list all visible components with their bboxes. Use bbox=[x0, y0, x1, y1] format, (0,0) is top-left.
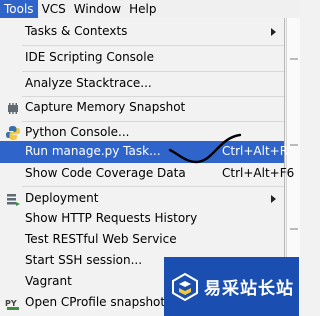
menu-item-label: Python Console... bbox=[25, 125, 130, 139]
menu-item-label: IDE Scripting Console bbox=[25, 50, 154, 64]
menu-item-label: Show HTTP Requests History bbox=[25, 211, 198, 225]
menu-help[interactable]: Help bbox=[125, 0, 160, 18]
menu-item-capture-memory-snapshot[interactable]: Capture Memory Snapshot bbox=[0, 97, 284, 119]
menu-tools[interactable]: Tools bbox=[0, 0, 38, 18]
cprofile-icon: PY bbox=[5, 299, 19, 310]
watermark-text: 易采站长站 bbox=[204, 279, 294, 299]
menu-separator bbox=[22, 45, 284, 46]
menu-item-label: Capture Memory Snapshot bbox=[25, 100, 186, 114]
submenu-arrow-icon bbox=[271, 195, 276, 203]
python-icon bbox=[6, 126, 20, 140]
menu-bar: Tools VCS Window Help bbox=[0, 0, 299, 18]
menu-separator bbox=[22, 186, 284, 187]
menu-item-label: Tasks & Contexts bbox=[25, 24, 128, 38]
editor-mark bbox=[290, 228, 298, 230]
shortcut-label: Ctrl+Alt+F6 bbox=[222, 166, 295, 180]
menu-item-label: Test RESTful Web Service bbox=[25, 232, 177, 246]
shortcut-label: Ctrl+Alt+R bbox=[222, 144, 289, 158]
menu-item-ide-scripting-console[interactable]: IDE Scripting Console bbox=[0, 47, 284, 69]
menu-item-label: Deployment bbox=[25, 191, 99, 205]
editor-mark bbox=[290, 144, 298, 146]
menu-item-label: Run manage.py Task... bbox=[25, 144, 161, 158]
editor-mark bbox=[290, 58, 298, 60]
menu-item-label: Open CProfile snapshot bbox=[25, 295, 166, 309]
menu-item-show-http-requests-history[interactable]: Show HTTP Requests History bbox=[0, 208, 284, 230]
watermark-logo: 易采站长站 bbox=[164, 257, 299, 316]
submenu-arrow-icon bbox=[271, 28, 276, 36]
menu-item-label: Show Code Coverage Data bbox=[25, 166, 186, 180]
menu-item-label: Analyze Stacktrace... bbox=[25, 76, 152, 90]
watermark-emblem-icon bbox=[172, 272, 198, 301]
menu-item-analyze-stacktrace[interactable]: Analyze Stacktrace... bbox=[0, 73, 284, 95]
menu-item-run-manage-py-task[interactable]: Run manage.py Task... Ctrl+Alt+R bbox=[0, 141, 288, 163]
menu-window[interactable]: Window bbox=[70, 0, 125, 18]
menu-item-label: Vagrant bbox=[25, 274, 72, 288]
memory-snapshot-icon bbox=[8, 103, 18, 114]
deployment-icon bbox=[7, 194, 20, 206]
menu-item-deployment[interactable]: Deployment bbox=[0, 188, 284, 210]
menu-vcs[interactable]: VCS bbox=[38, 0, 70, 18]
menu-item-tasks-contexts[interactable]: Tasks & Contexts bbox=[0, 21, 284, 43]
menu-item-show-code-coverage-data[interactable]: Show Code Coverage Data Ctrl+Alt+F6 bbox=[0, 163, 294, 185]
menu-separator bbox=[22, 71, 284, 72]
menu-item-label: Start SSH session... bbox=[25, 253, 143, 267]
menu-item-test-restful-web-service[interactable]: Test RESTful Web Service bbox=[0, 229, 284, 251]
svg-text:PY: PY bbox=[5, 299, 17, 308]
